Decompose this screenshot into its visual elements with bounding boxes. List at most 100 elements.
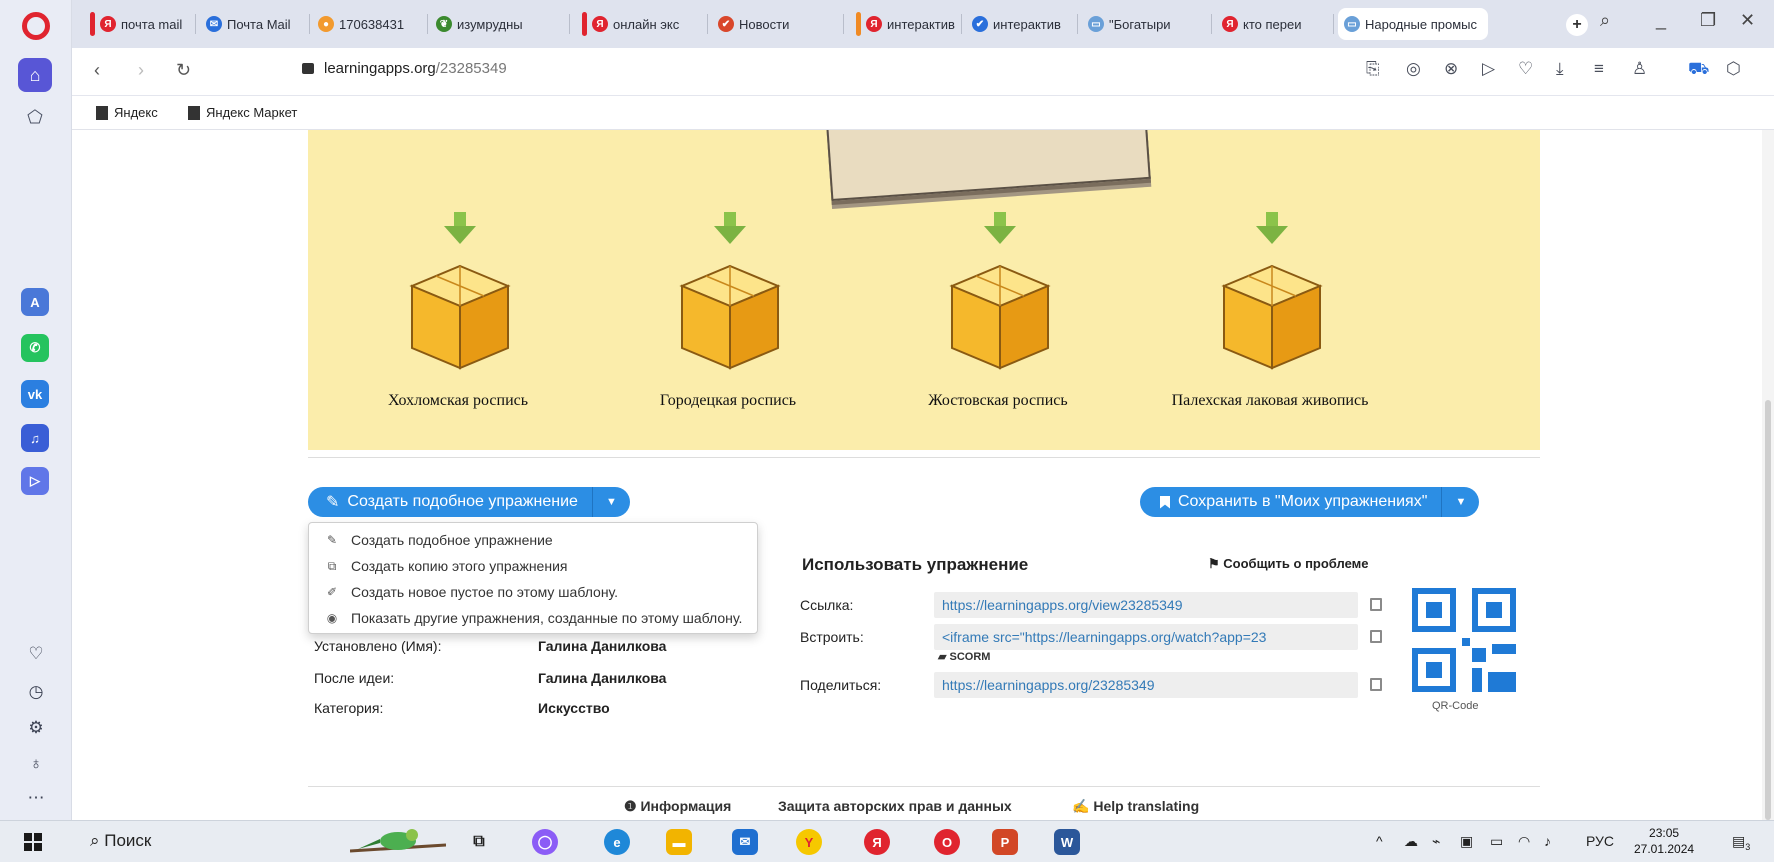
browser-tab[interactable]: Якто переи — [1216, 8, 1334, 40]
page-content: Хохломская роспись Городецкая роспись Жост… — [72, 130, 1762, 820]
task-view-icon[interactable]: ⧉ — [466, 829, 492, 855]
report-problem-link[interactable]: ⚑ Сообщить о проблеме — [1208, 556, 1369, 572]
downloads-icon[interactable]: ⤓ — [1556, 59, 1564, 79]
taskbar-search[interactable]: ⌕ Поиск — [90, 831, 151, 851]
box-icon — [1221, 264, 1323, 370]
forward-icon[interactable]: › — [138, 60, 144, 81]
cart-icon[interactable]: ⛟ — [1688, 59, 1709, 81]
footer-translate-link[interactable]: ✍ Help translating — [1072, 798, 1199, 815]
more-icon[interactable]: ⋯ — [24, 786, 48, 810]
copy-share-icon[interactable] — [1370, 678, 1382, 691]
tips-bulb-icon[interactable]: ♁ — [24, 752, 48, 776]
save-main[interactable]: Сохранить в "Моих упражнениях" — [1140, 487, 1441, 517]
url-field[interactable]: learningapps.org/23285349 — [302, 60, 507, 77]
yandex-icon[interactable]: Я — [864, 829, 890, 855]
restore-icon[interactable]: ❐ — [1700, 10, 1716, 31]
category-drop-target[interactable]: Палехская лаковая живопись — [1120, 212, 1420, 432]
save-to-my-exercises-button[interactable]: Сохранить в "Моих упражнениях" ▼ — [1140, 487, 1480, 517]
adblock-icon[interactable]: ⊗ — [1444, 59, 1458, 79]
browser-tab[interactable]: ▭ Народные промыс — [1338, 8, 1488, 40]
dropdown-item[interactable]: ✐ Создать новое пустое по этому шаблону. — [309, 579, 757, 605]
vk-icon[interactable]: vk — [21, 380, 49, 408]
browser-tab[interactable]: ● 170638431 — [312, 8, 428, 40]
profile-icon[interactable]: ♙ — [1632, 59, 1647, 79]
scorm-link[interactable]: ▰ SCORM — [938, 650, 990, 663]
tray-cloud-icon[interactable]: ☁ — [1404, 833, 1418, 850]
bookmark-yandex-market[interactable]: Яндекс Маркет — [188, 105, 297, 120]
bookmark-heart-icon[interactable]: ♡ — [1518, 59, 1533, 79]
taskbar-app-circle-icon[interactable]: ◯ — [532, 829, 558, 855]
speed-dial-icon[interactable]: ⬠ — [18, 100, 52, 134]
notification-center-icon[interactable]: ▤3 — [1732, 833, 1750, 852]
browser-tab[interactable]: ▭ "Богатыри — [1082, 8, 1212, 40]
tray-chevron-icon[interactable]: ^ — [1376, 833, 1383, 849]
camera-icon[interactable]: ◎ — [1406, 59, 1421, 79]
player-icon[interactable]: ♫ — [21, 424, 49, 452]
copy-link-icon[interactable] — [1370, 598, 1382, 611]
taskbar-clock[interactable]: 23:05 27.01.2024 — [1634, 825, 1694, 857]
browser-tab[interactable]: ✉ Почта Mail — [200, 8, 310, 40]
tab-label: Новости — [739, 16, 790, 32]
tray-app-icon[interactable]: ▣ — [1460, 833, 1473, 850]
embed-field[interactable]: <iframe src="https://learningapps.org/wa… — [934, 624, 1358, 650]
tray-volume-icon[interactable]: ♪ — [1544, 833, 1551, 849]
save-dropdown-toggle[interactable]: ▼ — [1441, 487, 1479, 517]
language-indicator[interactable]: РУС — [1586, 833, 1614, 849]
back-icon[interactable]: ‹ — [94, 60, 100, 81]
copy-embed-icon[interactable] — [1370, 630, 1382, 643]
search-tabs-icon[interactable]: ⌕ — [1600, 10, 1610, 31]
box-icon — [409, 264, 511, 370]
mail-icon[interactable]: ✉ — [732, 829, 758, 855]
start-button[interactable] — [24, 833, 42, 851]
create-similar-main[interactable]: ✎ Создать подобное упражнение — [308, 487, 592, 517]
snapshot-icon[interactable]: ⎘ — [1366, 59, 1380, 79]
bird-widget-image[interactable] — [350, 825, 446, 859]
send-icon[interactable]: ▷ — [21, 467, 49, 495]
reload-icon[interactable]: ↻ — [176, 60, 191, 81]
yandex-browser-icon[interactable]: Y — [796, 829, 822, 855]
tray-usb-icon[interactable]: ⌁ — [1432, 833, 1440, 850]
edge-icon[interactable]: e — [604, 829, 630, 855]
aria-icon[interactable]: A — [21, 288, 49, 316]
heart-icon[interactable]: ♡ — [24, 642, 48, 666]
browser-tab[interactable]: Яинтерактив — [850, 8, 962, 40]
history-icon[interactable]: ◷ — [24, 680, 48, 704]
opera-taskbar-icon[interactable]: O — [934, 829, 960, 855]
category-drop-target[interactable]: Городецкая роспись — [578, 212, 878, 432]
scrollbar-thumb[interactable] — [1765, 400, 1771, 820]
tray-wifi-icon[interactable]: ◠ — [1518, 833, 1530, 850]
file-explorer-icon[interactable]: ▬ — [666, 829, 692, 855]
powerpoint-icon[interactable]: P — [992, 829, 1018, 855]
dropdown-item[interactable]: ⧉ Создать копию этого упражнения — [309, 553, 757, 579]
home-icon[interactable]: ⌂ — [18, 58, 52, 92]
category-drop-target[interactable]: Хохломская роспись — [308, 212, 608, 432]
link-field[interactable]: https://learningapps.org/view23285349 — [934, 592, 1358, 618]
close-icon[interactable]: ✕ — [1740, 10, 1755, 31]
create-dropdown-toggle[interactable]: ▼ — [591, 487, 630, 517]
browser-tab[interactable]: ✔ Новости — [712, 8, 844, 40]
page-scrollbar[interactable] — [1762, 130, 1774, 820]
easy-setup-icon[interactable]: ≡ — [1594, 59, 1604, 79]
dropdown-item[interactable]: ✎ Создать подобное упражнение — [309, 527, 757, 553]
browser-tab[interactable]: Яонлайн экс — [576, 8, 708, 40]
browser-tab[interactable]: Япочта mail — [84, 8, 196, 40]
category-drop-target[interactable]: Жостовская роспись — [848, 212, 1148, 432]
word-icon[interactable]: W — [1054, 829, 1080, 855]
footer-copyright-link[interactable]: Защита авторских прав и данных — [778, 798, 1012, 814]
settings-gear-icon[interactable]: ⚙ — [24, 716, 48, 740]
tray-battery-icon[interactable]: ▭ — [1490, 833, 1503, 850]
opera-logo-icon[interactable] — [22, 12, 50, 40]
browser-tab[interactable]: ✔ интерактив — [966, 8, 1078, 40]
bookmark-yandex[interactable]: Яндекс — [96, 105, 158, 120]
whatsapp-icon[interactable]: ✆ — [21, 334, 49, 362]
footer-info-link[interactable]: ❶ Информация — [624, 798, 731, 815]
extensions-cube-icon[interactable]: ⬡ — [1726, 59, 1741, 79]
qr-code-image[interactable] — [1412, 588, 1516, 692]
share-field[interactable]: https://learningapps.org/23285349 — [934, 672, 1358, 698]
browser-tab[interactable]: ❦ изумрудны — [430, 8, 570, 40]
send-tab-icon[interactable]: ▷ — [1482, 59, 1495, 79]
dropdown-item[interactable]: ◉ Показать другие упражнения, созданные п… — [309, 605, 757, 631]
new-tab-button[interactable]: + — [1566, 14, 1588, 36]
create-similar-button[interactable]: ✎ Создать подобное упражнение ▼ — [308, 487, 630, 517]
minimize-icon[interactable]: _ — [1656, 10, 1666, 31]
